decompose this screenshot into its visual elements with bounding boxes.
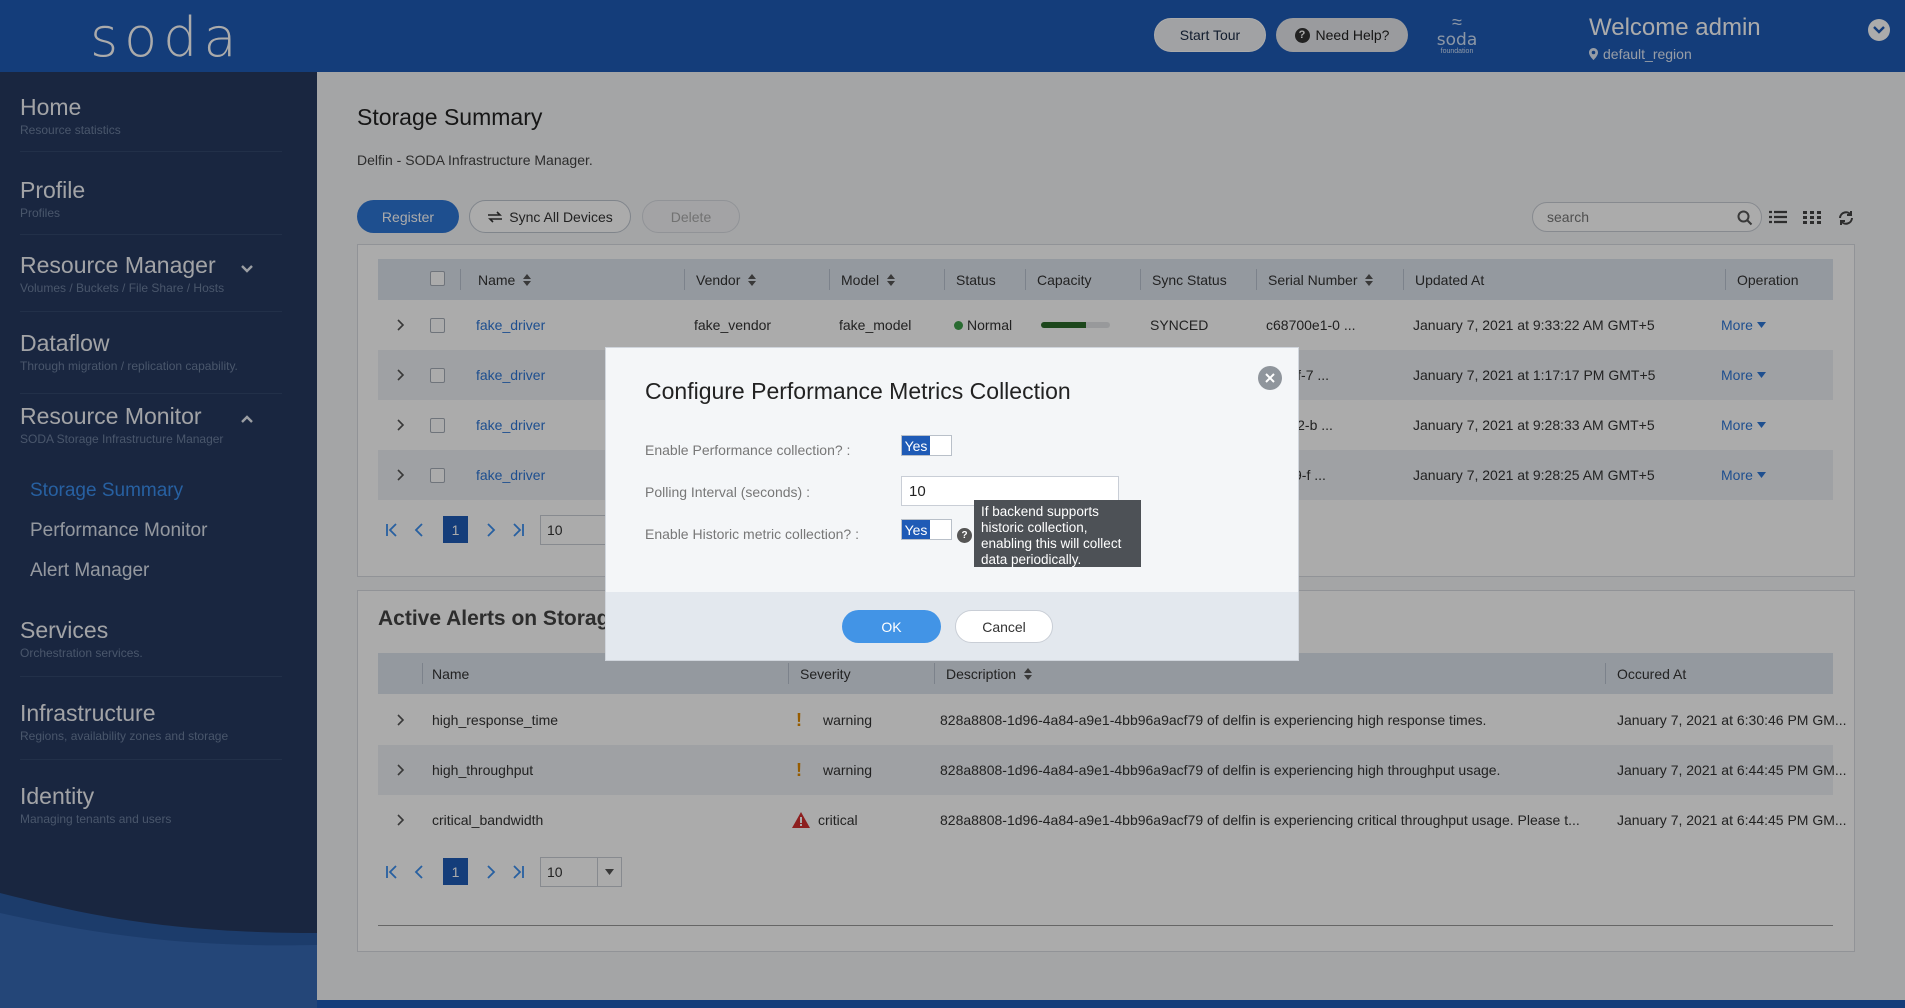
dialog-title: Configure Performance Metrics Collection <box>645 378 1071 404</box>
close-icon[interactable] <box>1258 366 1282 390</box>
perf-collection-toggle[interactable]: Yes <box>901 435 952 456</box>
dialog-footer <box>606 592 1298 660</box>
historic-collection-label: Enable Historic metric collection? : <box>645 526 859 542</box>
configure-metrics-dialog: Configure Performance Metrics Collection… <box>605 347 1299 661</box>
cancel-button[interactable]: Cancel <box>955 610 1053 643</box>
historic-collection-toggle[interactable]: Yes <box>901 519 952 540</box>
polling-interval-label: Polling Interval (seconds) : <box>645 484 810 500</box>
help-question-icon[interactable]: ? <box>957 528 972 543</box>
perf-collection-label: Enable Performance collection? : <box>645 442 851 458</box>
ok-button[interactable]: OK <box>842 610 941 643</box>
historic-tooltip: If backend supports historic collection,… <box>974 500 1141 567</box>
